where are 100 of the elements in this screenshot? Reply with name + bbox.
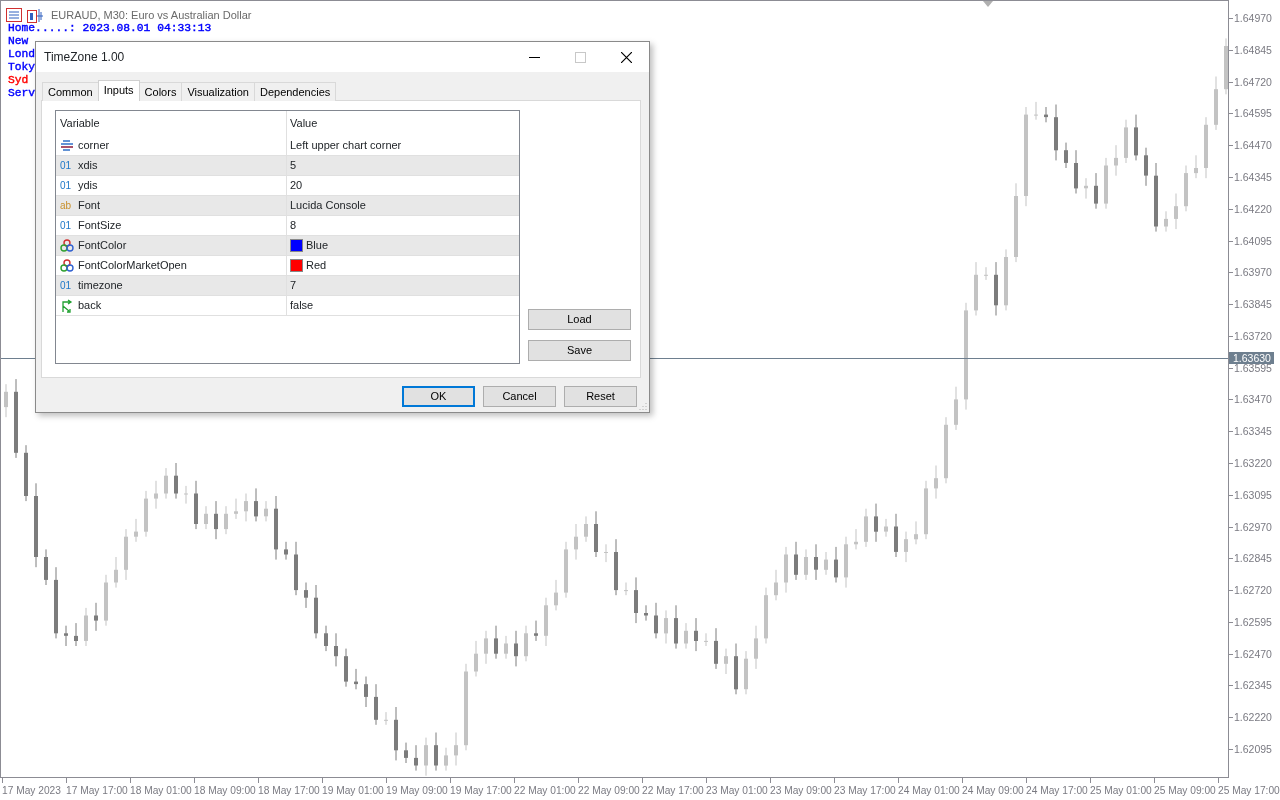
time-label: 24 May 17:00 [1026,784,1088,798]
type-label: 01 [60,179,73,193]
value-text[interactable]: 20 [290,177,303,194]
candlestick [104,574,108,627]
candlestick [744,650,748,695]
candlestick [164,467,168,500]
candlestick [414,744,418,772]
tab[interactable]: Visualization [181,82,255,101]
time-label: 23 May 01:00 [706,784,768,798]
candlestick [614,538,618,596]
candlestick [564,541,568,599]
candlestick [1094,172,1098,210]
candlestick [224,505,228,535]
price-label: 1.63595 [1234,361,1272,374]
current-price-label: 1.63630 [1229,351,1274,364]
candlestick [404,742,408,764]
list-icon[interactable] [6,8,22,23]
value-text[interactable]: 5 [290,157,297,174]
candlestick [724,648,728,675]
resize-grip-icon[interactable] [639,402,647,410]
tab[interactable]: Dependencies [253,82,337,101]
time-label: 18 May 09:00 [194,784,256,798]
candlestick [94,602,98,632]
candlestick [1174,193,1178,230]
price-label: 1.64845 [1234,43,1272,56]
candlestick [1224,37,1228,95]
indicator-icon[interactable] [27,7,44,23]
candlestick [974,261,978,316]
candlestick [804,548,808,581]
save-button[interactable]: Save [528,340,631,361]
time-label: 24 May 01:00 [898,784,960,798]
candlestick [884,518,888,538]
candlestick [434,732,438,772]
price-label: 1.62095 [1234,743,1272,755]
candlestick [594,510,598,558]
candlestick [454,732,458,766]
candlestick [544,597,548,647]
type-label: 01 [60,279,73,293]
candlestick [844,536,848,589]
value-text[interactable]: Left upper chart corner [290,137,402,154]
value-text[interactable]: Blue [306,237,329,254]
value-text[interactable]: Lucida Console [290,197,366,214]
price-label: 1.64220 [1234,202,1272,215]
variable-name: timezone [78,278,123,294]
candlestick [74,622,78,647]
reset-button[interactable]: Reset [564,386,637,407]
price-label: 1.63470 [1234,393,1272,406]
variable-name: FontSize [78,218,122,234]
load-button[interactable]: Load [528,309,631,330]
time-label: 24 May 09:00 [962,784,1024,798]
candlestick [44,548,48,586]
value-text[interactable]: 8 [290,217,297,234]
candlestick [654,602,658,639]
type-label: 01 [60,219,73,233]
candlestick [774,569,778,601]
price-label: 1.64720 [1234,75,1272,88]
time-label: 25 May 17:00 [1218,784,1280,798]
candlestick [334,632,338,667]
price-label: 1.62345 [1234,679,1272,692]
candlestick [514,630,518,667]
branch-arrow-icon [60,298,74,313]
close-icon[interactable] [620,51,632,63]
candlestick [754,625,758,670]
info-line: Toky [8,61,36,74]
candlestick [344,648,348,688]
candlestick [394,706,398,761]
value-text[interactable]: Red [306,257,327,274]
candlestick [264,500,268,522]
candlestick [834,546,838,583]
candlestick [934,465,938,500]
price-label: 1.63845 [1234,298,1272,311]
info-line: Home.....: 2023.08.01 04:33:13 [8,22,212,35]
candlestick [644,604,648,622]
tab[interactable]: Inputs [97,80,140,101]
info-line: Serv [8,87,36,100]
time-label: 22 May 09:00 [578,784,640,798]
info-line: Lond [8,48,36,61]
candlestick [24,444,28,502]
candlestick [904,531,908,563]
candlestick [734,643,738,695]
variable-name: Font [78,198,100,214]
candlestick [534,620,538,642]
candlestick [874,503,878,543]
candlestick [314,584,318,639]
candlestick [84,607,88,647]
value-text[interactable]: false [290,297,314,314]
candlestick [944,416,948,484]
candlestick [474,640,478,677]
list-icon [60,138,74,153]
tab[interactable]: Colors [138,82,183,101]
window-title: TimeZone 1.00 [44,49,126,66]
time-label: 18 May 01:00 [130,784,192,798]
candlestick [494,625,498,660]
cancel-button[interactable]: Cancel [483,386,556,407]
candlestick [1204,116,1208,179]
ok-button[interactable]: OK [402,386,475,407]
price-label: 1.64345 [1234,170,1272,183]
value-text[interactable]: 7 [290,277,297,294]
tab[interactable]: Common [42,82,99,101]
time-label: 19 May 09:00 [386,784,448,798]
